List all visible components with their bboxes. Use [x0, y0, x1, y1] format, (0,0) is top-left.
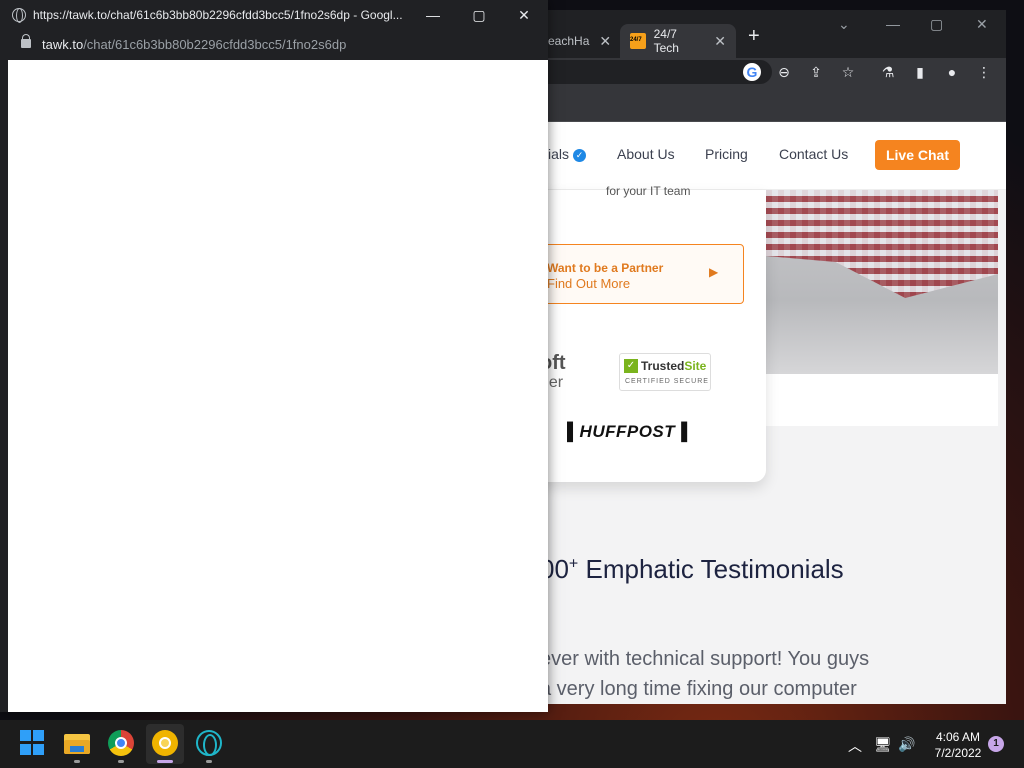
- popup-url[interactable]: tawk.to/chat/61c6b3bb80b2296cfdd3bcc5/1f…: [42, 37, 346, 52]
- zoom-icon[interactable]: ⊖: [775, 63, 793, 81]
- google-icon[interactable]: G: [743, 63, 761, 81]
- menu-kebab-icon[interactable]: ⋮: [975, 63, 993, 81]
- minimize-button[interactable]: —: [421, 4, 445, 26]
- file-explorer-icon[interactable]: [64, 730, 90, 756]
- close-button[interactable]: ✕: [976, 16, 988, 33]
- live-chat-button[interactable]: Live Chat: [875, 140, 960, 170]
- site-favicon-icon: [630, 33, 646, 49]
- new-tab-button[interactable]: +: [748, 24, 760, 48]
- maximize-button[interactable]: ▢: [930, 16, 943, 33]
- partner-button-title: Want to be a Partner: [547, 261, 664, 275]
- volume-icon[interactable]: 🔊: [898, 736, 915, 753]
- minimize-button[interactable]: —: [886, 16, 900, 32]
- clock-date[interactable]: 7/2/2022: [928, 746, 988, 760]
- active-indicator: [157, 760, 173, 763]
- running-indicator: [206, 760, 212, 763]
- hero-image: [766, 190, 998, 374]
- tab-24-7-tech[interactable]: 24/7 Tech ✕: [620, 24, 736, 58]
- nav-pricing[interactable]: Pricing: [705, 146, 748, 162]
- tawk-chat-popup-window: https://tawk.to/chat/61c6b3bb80b2296cfdd…: [0, 0, 548, 712]
- windows-start-icon[interactable]: [20, 730, 46, 756]
- labs-flask-icon[interactable]: ⚗: [879, 63, 897, 81]
- hero-caption-strip: [766, 374, 998, 426]
- chevron-up-icon[interactable]: ︿: [848, 736, 862, 756]
- running-indicator: [74, 760, 80, 763]
- trustedsite-badge: ✓ TrustedSite CERTIFIED SECURE: [619, 353, 711, 391]
- partner-button-link: Find Out More: [547, 276, 631, 291]
- nav-contact[interactable]: Contact Us: [779, 146, 848, 162]
- huffpost-logo: ▌HUFFPOST▐: [567, 422, 688, 441]
- cortana-icon[interactable]: [196, 730, 222, 756]
- clock-time[interactable]: 4:06 AM: [928, 730, 988, 744]
- caret-right-icon: ▶: [709, 265, 719, 279]
- testimonials-heading: 00+ Emphatic Testimonials: [540, 554, 844, 584]
- chrome-canary-icon[interactable]: [152, 730, 178, 756]
- chat-content-area[interactable]: [8, 60, 548, 712]
- tab-teachhaven[interactable]: eachHa ✕: [548, 24, 611, 58]
- tab-search-icon[interactable]: ⌄: [838, 16, 850, 33]
- notification-badge[interactable]: 1: [988, 736, 1004, 752]
- tab-close-icon[interactable]: ✕: [714, 33, 726, 50]
- popup-title: https://tawk.to/chat/61c6b3bb80b2296cfdd…: [33, 8, 403, 22]
- tab-close-icon[interactable]: ✕: [599, 33, 611, 50]
- tab-label: 24/7 Tech: [653, 27, 679, 55]
- testimonial-text-line: ever with technical support! You guys: [540, 648, 870, 670]
- lock-icon[interactable]: [21, 34, 31, 48]
- running-indicator: [118, 760, 124, 763]
- nav-about[interactable]: About Us: [617, 146, 675, 162]
- close-button[interactable]: ✕: [512, 4, 536, 26]
- chrome-icon[interactable]: [108, 730, 134, 756]
- card-caption: for your IT team: [606, 184, 691, 198]
- popup-titlebar: https://tawk.to/chat/61c6b3bb80b2296cfdd…: [0, 0, 548, 30]
- side-panel-icon[interactable]: ▮: [911, 63, 929, 81]
- network-icon[interactable]: 🖥: [874, 736, 892, 753]
- testimonial-text-line: a very long time fixing our computer: [540, 678, 857, 700]
- verified-check-icon: ✓: [573, 148, 587, 162]
- bookmark-star-icon[interactable]: ☆: [839, 63, 857, 81]
- tab-label: eachHa: [548, 34, 590, 48]
- profile-icon[interactable]: ●: [943, 63, 961, 81]
- check-icon: ✓: [624, 359, 638, 373]
- maximize-button[interactable]: ▢: [467, 4, 491, 26]
- share-icon[interactable]: ⇪: [807, 63, 825, 81]
- globe-icon: [12, 8, 26, 23]
- nav-testimonials[interactable]: ials ✓: [548, 146, 587, 162]
